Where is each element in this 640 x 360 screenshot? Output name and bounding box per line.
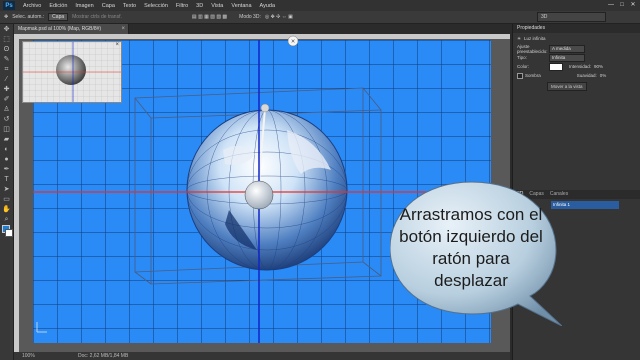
- auto-select-dropdown[interactable]: Capa: [48, 13, 69, 21]
- softness-label: Suavidad:: [576, 73, 597, 78]
- mode-3d-label: Modo 3D:: [239, 14, 261, 20]
- callout-text: Arrastramos con el botón izquierdo del r…: [399, 205, 543, 290]
- transform-controls-label[interactable]: Mostrar ctrls de transf.: [72, 14, 122, 20]
- workspace-select[interactable]: 3D: [537, 12, 606, 22]
- gradient-tool-icon[interactable]: ▰: [1, 135, 12, 144]
- intensity-value[interactable]: 90%: [594, 64, 603, 69]
- color-label: Color:: [517, 64, 530, 69]
- eyedropper-tool-icon[interactable]: ⁄: [1, 75, 12, 84]
- brush-tool-icon[interactable]: ✐: [1, 95, 12, 104]
- path-select-tool-icon[interactable]: ➤: [1, 185, 12, 194]
- history-brush-tool-icon[interactable]: ↺: [1, 115, 12, 124]
- menu-edicion[interactable]: Edición: [45, 3, 71, 9]
- close-secondary-view-icon[interactable]: ×: [115, 42, 119, 48]
- preset-row: Ajuste preestablecido: A medida: [513, 43, 640, 54]
- align-icons[interactable]: ▤ ▥ ▦ ▧ ▨ ▩: [192, 14, 227, 20]
- intensity-label: Intensidad:: [569, 64, 592, 69]
- svg-text:×: ×: [291, 39, 295, 46]
- document-size: Doc: 2,62 MB/1,84 MB: [78, 353, 129, 359]
- document-tab[interactable]: Mapmak.psd al 100% (Map, RGB/8#) ×: [14, 24, 129, 34]
- quick-select-tool-icon[interactable]: ✎: [1, 55, 12, 64]
- move-tool-icon[interactable]: ✥: [4, 14, 8, 20]
- light-handle[interactable]: [260, 103, 270, 113]
- menu-bar: Ps Archivo Edición Imagen Capa Texto Sel…: [0, 0, 640, 11]
- move-to-view-button[interactable]: Mover a la vista: [547, 81, 587, 91]
- menu-filtro[interactable]: Filtro: [172, 3, 192, 9]
- zoom-level[interactable]: 100%: [22, 352, 35, 360]
- status-bar: 100% Doc: 2,62 MB/1,84 MB: [14, 352, 510, 360]
- light-icon: ☀: [517, 35, 522, 41]
- menu-imagen[interactable]: Imagen: [71, 3, 97, 9]
- healing-tool-icon[interactable]: ✚: [1, 85, 12, 94]
- type-label: Tipo:: [517, 55, 527, 60]
- zoom-tool-icon[interactable]: ⌕: [1, 215, 12, 224]
- document-title: Mapmak.psd al 100% (Map, RGB/8#): [18, 26, 102, 32]
- menu-ayuda[interactable]: Ayuda: [256, 3, 280, 9]
- properties-title: Luz infinita: [524, 36, 546, 41]
- secondary-view[interactable]: ×: [22, 41, 122, 103]
- light-source-sphere[interactable]: [244, 180, 274, 210]
- menu-vista[interactable]: Vista: [207, 3, 227, 9]
- minimize-button[interactable]: —: [607, 1, 615, 9]
- menu-seleccion[interactable]: Selección: [140, 3, 172, 9]
- stamp-tool-icon[interactable]: ♙: [1, 105, 12, 114]
- type-dropdown[interactable]: Infinita: [549, 53, 585, 62]
- secondary-view-scene: [23, 42, 121, 102]
- view-handle-icon[interactable]: ×: [287, 35, 299, 47]
- menu-archivo[interactable]: Archivo: [19, 3, 45, 9]
- dodge-tool-icon[interactable]: ●: [1, 155, 12, 164]
- ruler-vertical[interactable]: [14, 39, 19, 352]
- shadow-label: Sombra: [525, 73, 541, 78]
- photoshop-logo: Ps: [3, 1, 15, 10]
- shape-tool-icon[interactable]: ▭: [1, 195, 12, 204]
- lasso-tool-icon[interactable]: ʘ: [1, 45, 12, 54]
- hand-tool-icon[interactable]: ✋: [1, 205, 12, 214]
- background-color-swatch[interactable]: [5, 229, 13, 237]
- auto-select-label[interactable]: Selec. autom.:: [12, 14, 44, 20]
- menu-3d[interactable]: 3D: [192, 3, 207, 9]
- ruler-horizontal[interactable]: [14, 34, 510, 39]
- eraser-tool-icon[interactable]: ◫: [1, 125, 12, 134]
- pen-tool-icon[interactable]: ✒: [1, 165, 12, 174]
- move-to-view-row: Mover a la vista: [513, 80, 640, 92]
- preset-dropdown[interactable]: A medida: [549, 44, 585, 53]
- marquee-tool-icon[interactable]: ⬚: [1, 35, 12, 44]
- mode-3d-icons[interactable]: ◎ ✥ ✣ ⇔ ▣: [265, 14, 293, 20]
- softness-value[interactable]: 0%: [600, 73, 607, 78]
- menu-ventana[interactable]: Ventana: [227, 3, 255, 9]
- crop-tool-icon[interactable]: ⌗: [1, 65, 12, 74]
- menu-capa[interactable]: Capa: [98, 3, 119, 9]
- properties-panel-header[interactable]: Propiedades: [513, 24, 640, 33]
- light-color-swatch[interactable]: [549, 62, 563, 71]
- close-tab-icon[interactable]: ×: [121, 24, 125, 34]
- maximize-button[interactable]: □: [618, 1, 626, 9]
- blur-tool-icon[interactable]: ◐: [1, 145, 12, 154]
- menu-texto[interactable]: Texto: [119, 3, 140, 9]
- shadow-row: Sombra Suavidad: 0%: [513, 71, 640, 80]
- properties-title-row: ☀ Luz infinita: [513, 33, 640, 44]
- type-tool-icon[interactable]: T: [1, 175, 12, 184]
- preset-label: Ajuste preestablecido:: [517, 43, 548, 54]
- shadow-checkbox[interactable]: [517, 72, 523, 79]
- color-row: Color: Intensidad: 90%: [513, 62, 640, 71]
- type-row: Tipo: Infinita: [513, 53, 640, 62]
- close-button[interactable]: ✕: [629, 1, 637, 9]
- window-controls: — □ ✕: [607, 1, 637, 9]
- toolbox: ✥ ⬚ ʘ ✎ ⌗ ⁄ ✚ ✐ ♙ ↺ ◫ ▰ ◐ ● ✒ T ➤ ▭ ✋ ⌕: [0, 24, 14, 360]
- move-tool-icon[interactable]: ✥: [1, 25, 12, 34]
